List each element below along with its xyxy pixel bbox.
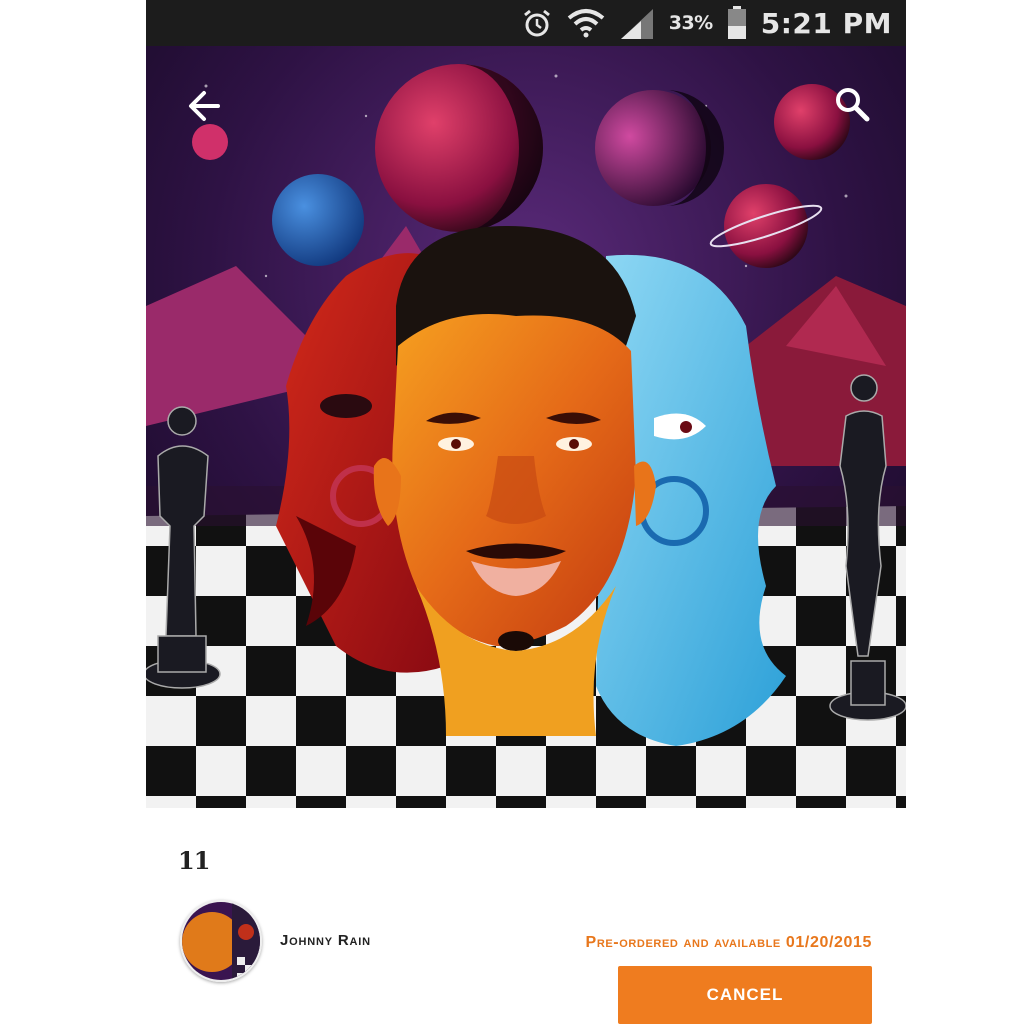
clock: 5:21 PM (760, 6, 892, 40)
battery-icon (727, 6, 747, 40)
artist-name[interactable]: Johnny Rain (280, 932, 371, 949)
back-button[interactable] (182, 86, 226, 130)
status-bar: 33% 5:21 PM (146, 0, 906, 46)
search-icon (833, 85, 871, 128)
battery-percent: 33% (668, 12, 713, 34)
cancel-preorder-button[interactable]: CANCEL (618, 966, 872, 1024)
album-artwork (146, 46, 906, 808)
signal-icon (619, 7, 655, 39)
phone-screen: 33% 5:21 PM 11 Johnny Rain Pre-ordered a… (146, 0, 906, 1024)
album-title: 11 (178, 846, 210, 875)
search-button[interactable] (830, 84, 874, 128)
alarm-icon (521, 7, 553, 39)
availability-status: Pre-ordered and available 01/20/2015 (585, 934, 872, 951)
artist-avatar[interactable] (180, 900, 262, 982)
wifi-icon (567, 8, 605, 38)
arrow-left-icon (186, 88, 222, 129)
